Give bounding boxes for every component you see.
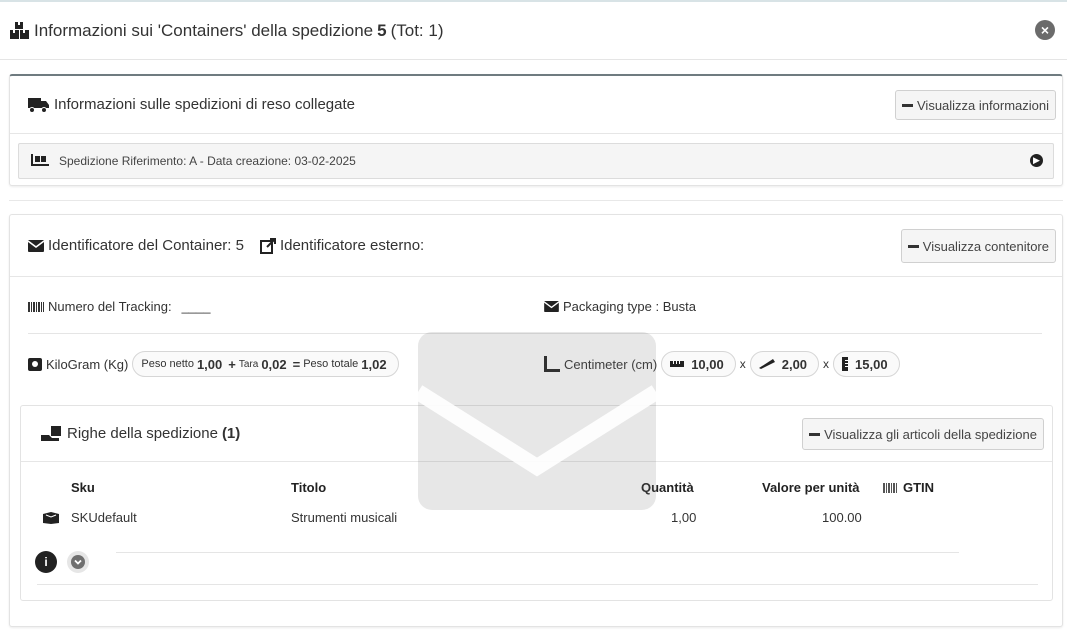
tracking-label: Numero del Tracking:: [48, 299, 172, 314]
net-weight-label: Peso netto: [141, 358, 194, 370]
total-weight-value: 1,02: [361, 356, 387, 372]
row-quantity: 1,00: [671, 510, 697, 525]
dim-separator: x: [823, 357, 830, 371]
ruler-diagonal-icon: [758, 359, 775, 369]
dimensions-row: Centimeter (cm) 10,00 x 2,00 x 15,00: [544, 351, 900, 377]
tare-label: Tara: [238, 358, 259, 370]
show-shipment-items-label: Visualizza gli articoli della spedizione: [824, 426, 1037, 442]
length-value: 10,00: [691, 356, 724, 372]
height-pill: 15,00: [833, 351, 900, 377]
external-link-icon: [259, 237, 276, 254]
weight-label: KiloGram (Kg): [46, 356, 129, 372]
shipment-lines-title: Righe della spedizione: [67, 425, 218, 442]
column-header-sku: Sku: [71, 480, 95, 495]
modal-title-shipment-number: 5: [377, 20, 387, 40]
weight-row: KiloGram (Kg) Peso netto 1,00 + Tara 0,0…: [28, 351, 399, 377]
containers-icon: [10, 21, 30, 40]
barcode-icon: [28, 301, 44, 312]
modal-title: Informazioni sui 'Containers' della sped…: [10, 21, 444, 41]
container-header: Identificatore del Container: 5 Identifi…: [10, 215, 1062, 277]
total-weight-label: Peso totale: [303, 358, 359, 370]
envelope-icon: [544, 301, 559, 312]
show-container-button[interactable]: Visualizza contenitore: [900, 229, 1056, 263]
return-shipments-header: Informazioni sulle spedizioni di reso co…: [10, 76, 1062, 134]
reference-shipment-row[interactable]: Spedizione Riferimento: A - Data creazio…: [18, 143, 1054, 179]
plus-sign: +: [228, 356, 236, 372]
container-identifier: Identificatore del Container: 5: [48, 237, 244, 254]
modal-title-prefix: Informazioni sui 'Containers' della sped…: [34, 20, 374, 40]
shipment-lines-panel: Righe della spedizione (1) Visualizza gl…: [20, 405, 1053, 601]
tracking-row: Numero del Tracking: ____: [28, 299, 210, 314]
modal-header: Informazioni sui 'Containers' della sped…: [0, 2, 1067, 60]
row-title: Strumenti musicali: [291, 510, 398, 525]
modal-title-total: (Tot: 1): [390, 20, 444, 40]
row-divider: [116, 552, 959, 553]
tracking-value: ____: [181, 299, 211, 314]
close-icon[interactable]: ×: [1035, 20, 1055, 40]
equals-sign: =: [292, 356, 301, 372]
ruler-corner-icon: [544, 356, 560, 372]
shipment-lines-count: (1): [221, 425, 241, 442]
return-shipments-title: Informazioni sulle spedizioni di reso co…: [54, 96, 355, 113]
box-open-icon: [43, 512, 59, 524]
external-identifier: Identificatore esterno:: [279, 237, 425, 254]
dim-separator: x: [739, 357, 746, 371]
show-container-label: Visualizza contenitore: [922, 238, 1049, 254]
tare-value: 0,02: [261, 356, 287, 372]
height-value: 15,00: [855, 356, 888, 372]
truck-icon: [28, 97, 50, 113]
show-shipment-items-button[interactable]: Visualizza gli articoli della spedizione: [802, 418, 1044, 450]
container-panel: Identificatore del Container: 5 Identifi…: [9, 214, 1063, 627]
net-weight-value: 1,00: [196, 356, 223, 372]
minus-icon: [907, 244, 919, 248]
packaging-row: Packaging type : Busta: [544, 299, 696, 314]
envelope-icon: [28, 239, 44, 252]
reference-shipment-text: Spedizione Riferimento: A - Data creazio…: [59, 154, 356, 168]
row-unit-value: 100.00: [822, 510, 862, 525]
column-header-quantity: Quantità: [641, 480, 694, 495]
return-shipments-panel: Informazioni sulle spedizioni di reso co…: [9, 74, 1063, 186]
minus-icon: [809, 432, 821, 436]
minus-icon: [902, 103, 913, 107]
arrow-right-icon[interactable]: ▶: [1030, 154, 1043, 167]
length-pill: 10,00: [661, 351, 736, 377]
row-sku: SKUdefault: [71, 510, 137, 525]
bottom-divider: [37, 584, 1038, 585]
weight-icon: [28, 357, 42, 371]
divider: [28, 333, 1042, 334]
pallet-icon: [31, 154, 49, 168]
show-info-button[interactable]: Visualizza informazioni: [895, 90, 1056, 120]
chevron-down-icon[interactable]: [67, 551, 89, 573]
gtin-label: GTIN: [903, 480, 935, 495]
packaging-type: Packaging type : Busta: [563, 299, 696, 314]
info-icon[interactable]: i: [35, 551, 57, 573]
hand-box-icon: [41, 425, 63, 442]
dimension-label: Centimeter (cm): [564, 356, 658, 372]
column-header-title: Titolo: [291, 480, 327, 495]
show-info-label: Visualizza informazioni: [917, 97, 1049, 113]
column-header-gtin: GTIN: [883, 480, 934, 495]
panel-separator: [9, 200, 1063, 201]
barcode-icon: [883, 482, 899, 493]
weight-pill: Peso netto 1,00 + Tara 0,02 = Peso total…: [132, 351, 399, 377]
ruler-horizontal-icon: [670, 361, 685, 367]
column-header-unit-value: Valore per unità: [762, 480, 860, 495]
ruler-vertical-icon: [842, 357, 849, 371]
width-value: 2,00: [781, 356, 808, 372]
width-pill: 2,00: [749, 351, 820, 377]
shipment-lines-header: Righe della spedizione (1) Visualizza gl…: [21, 406, 1052, 462]
